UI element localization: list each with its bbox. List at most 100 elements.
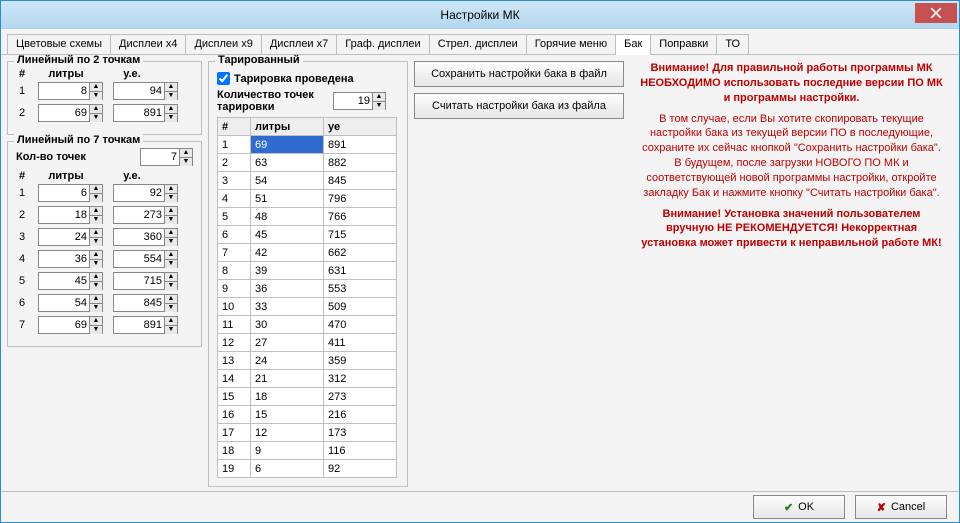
tarir-row[interactable]: 19692 xyxy=(218,460,397,478)
cell-liters[interactable]: 24 xyxy=(251,352,324,370)
tarir-row[interactable]: 742662 xyxy=(218,244,397,262)
spin-up-icon[interactable]: ▲ xyxy=(90,185,102,194)
tarir-row[interactable]: 1227411 xyxy=(218,334,397,352)
tab-5[interactable]: Стрел. дисплеи xyxy=(429,34,527,54)
tarir-row[interactable]: 645715 xyxy=(218,226,397,244)
tarir-row[interactable]: 1518273 xyxy=(218,388,397,406)
cell-liters[interactable]: 27 xyxy=(251,334,324,352)
ue-stepper[interactable]: ▲▼ xyxy=(113,82,178,100)
spin-down-icon[interactable]: ▼ xyxy=(165,194,177,202)
cell-ue[interactable]: 553 xyxy=(324,280,397,298)
cell-liters[interactable]: 36 xyxy=(251,280,324,298)
spin-down-icon[interactable]: ▼ xyxy=(165,304,177,312)
ue-stepper-input[interactable] xyxy=(114,208,164,222)
ue-stepper-input[interactable] xyxy=(114,252,164,266)
tab-7[interactable]: Бак xyxy=(615,34,651,55)
cell-ue[interactable]: 312 xyxy=(324,370,397,388)
cancel-button[interactable]: ✘ Cancel xyxy=(855,495,947,519)
spin-down-icon[interactable]: ▼ xyxy=(90,194,102,202)
spin-down-icon[interactable]: ▼ xyxy=(90,114,102,122)
ue-stepper-input[interactable] xyxy=(114,230,164,244)
tarir-count-input[interactable] xyxy=(334,94,372,108)
cell-liters[interactable]: 39 xyxy=(251,262,324,280)
liters-stepper[interactable]: ▲▼ xyxy=(38,82,103,100)
spin-up-icon[interactable]: ▲ xyxy=(90,295,102,304)
spin-down-icon[interactable]: ▼ xyxy=(165,114,177,122)
spin-up-icon[interactable]: ▲ xyxy=(373,93,385,102)
ue-stepper-input[interactable] xyxy=(114,318,164,332)
cell-ue[interactable]: 173 xyxy=(324,424,397,442)
liters-stepper[interactable]: ▲▼ xyxy=(38,294,103,312)
liters-stepper-input[interactable] xyxy=(39,230,89,244)
cell-liters[interactable]: 21 xyxy=(251,370,324,388)
spin-down-icon[interactable]: ▼ xyxy=(90,260,102,268)
cell-liters[interactable]: 42 xyxy=(251,244,324,262)
liters-stepper[interactable]: ▲▼ xyxy=(38,206,103,224)
liters-stepper[interactable]: ▲▼ xyxy=(38,316,103,334)
tarir-row[interactable]: 354845 xyxy=(218,172,397,190)
tarir-row[interactable]: 451796 xyxy=(218,190,397,208)
cell-ue[interactable]: 662 xyxy=(324,244,397,262)
tab-0[interactable]: Цветовые схемы xyxy=(7,34,111,54)
cell-ue[interactable]: 766 xyxy=(324,208,397,226)
cell-ue[interactable]: 470 xyxy=(324,316,397,334)
spin-down-icon[interactable]: ▼ xyxy=(90,304,102,312)
cell-ue[interactable]: 882 xyxy=(324,154,397,172)
spin-up-icon[interactable]: ▲ xyxy=(90,229,102,238)
spin-down-icon[interactable]: ▼ xyxy=(165,282,177,290)
ue-stepper[interactable]: ▲▼ xyxy=(113,228,178,246)
tab-4[interactable]: Граф. дисплеи xyxy=(336,34,429,54)
tab-1[interactable]: Дисплеи x4 xyxy=(110,34,186,54)
cell-liters[interactable]: 9 xyxy=(251,442,324,460)
ue-stepper[interactable]: ▲▼ xyxy=(113,316,178,334)
tarir-row[interactable]: 936553 xyxy=(218,280,397,298)
spin-down-icon[interactable]: ▼ xyxy=(165,92,177,100)
tarir-row[interactable]: 1712173 xyxy=(218,424,397,442)
cell-liters[interactable]: 48 xyxy=(251,208,324,226)
cell-liters[interactable]: 51 xyxy=(251,190,324,208)
ue-stepper[interactable]: ▲▼ xyxy=(113,206,178,224)
liters-stepper-input[interactable] xyxy=(39,84,89,98)
linear-7pt-count-stepper[interactable]: ▲▼ xyxy=(140,148,193,166)
tarir-done-row[interactable]: Тарировка проведена xyxy=(217,72,399,85)
spin-down-icon[interactable]: ▼ xyxy=(373,102,385,110)
liters-stepper[interactable]: ▲▼ xyxy=(38,228,103,246)
cell-liters[interactable]: 6 xyxy=(251,460,324,478)
tarir-table[interactable]: # литры уе 16989126388235484545179654876… xyxy=(217,117,397,478)
cell-liters[interactable]: 15 xyxy=(251,406,324,424)
cell-ue[interactable]: 715 xyxy=(324,226,397,244)
liters-stepper-input[interactable] xyxy=(39,318,89,332)
load-tank-button[interactable]: Считать настройки бака из файла xyxy=(414,93,624,119)
cell-ue[interactable]: 631 xyxy=(324,262,397,280)
cell-liters[interactable]: 69 xyxy=(251,136,324,154)
ue-stepper[interactable]: ▲▼ xyxy=(113,184,178,202)
spin-up-icon[interactable]: ▲ xyxy=(165,295,177,304)
cell-liters[interactable]: 33 xyxy=(251,298,324,316)
spin-down-icon[interactable]: ▼ xyxy=(165,326,177,334)
cell-ue[interactable]: 891 xyxy=(324,136,397,154)
liters-stepper-input[interactable] xyxy=(39,106,89,120)
tarir-done-checkbox[interactable] xyxy=(217,72,230,85)
spin-down-icon[interactable]: ▼ xyxy=(165,238,177,246)
cell-liters[interactable]: 54 xyxy=(251,172,324,190)
tarir-row[interactable]: 263882 xyxy=(218,154,397,172)
tab-9[interactable]: ТО xyxy=(716,34,749,54)
spin-up-icon[interactable]: ▲ xyxy=(165,207,177,216)
spin-down-icon[interactable]: ▼ xyxy=(90,326,102,334)
tarir-row[interactable]: 1324359 xyxy=(218,352,397,370)
spin-up-icon[interactable]: ▲ xyxy=(90,83,102,92)
tab-8[interactable]: Поправки xyxy=(650,34,717,54)
cell-liters[interactable]: 12 xyxy=(251,424,324,442)
spin-down-icon[interactable]: ▼ xyxy=(90,216,102,224)
tarir-row[interactable]: 169891 xyxy=(218,136,397,154)
tarir-row[interactable]: 1033509 xyxy=(218,298,397,316)
ue-stepper-input[interactable] xyxy=(114,84,164,98)
spin-up-icon[interactable]: ▲ xyxy=(90,105,102,114)
cell-ue[interactable]: 116 xyxy=(324,442,397,460)
ue-stepper-input[interactable] xyxy=(114,296,164,310)
tab-3[interactable]: Дисплеи x7 xyxy=(261,34,337,54)
tarir-row[interactable]: 839631 xyxy=(218,262,397,280)
spin-up-icon[interactable]: ▲ xyxy=(180,149,192,158)
cell-liters[interactable]: 45 xyxy=(251,226,324,244)
liters-stepper-input[interactable] xyxy=(39,252,89,266)
